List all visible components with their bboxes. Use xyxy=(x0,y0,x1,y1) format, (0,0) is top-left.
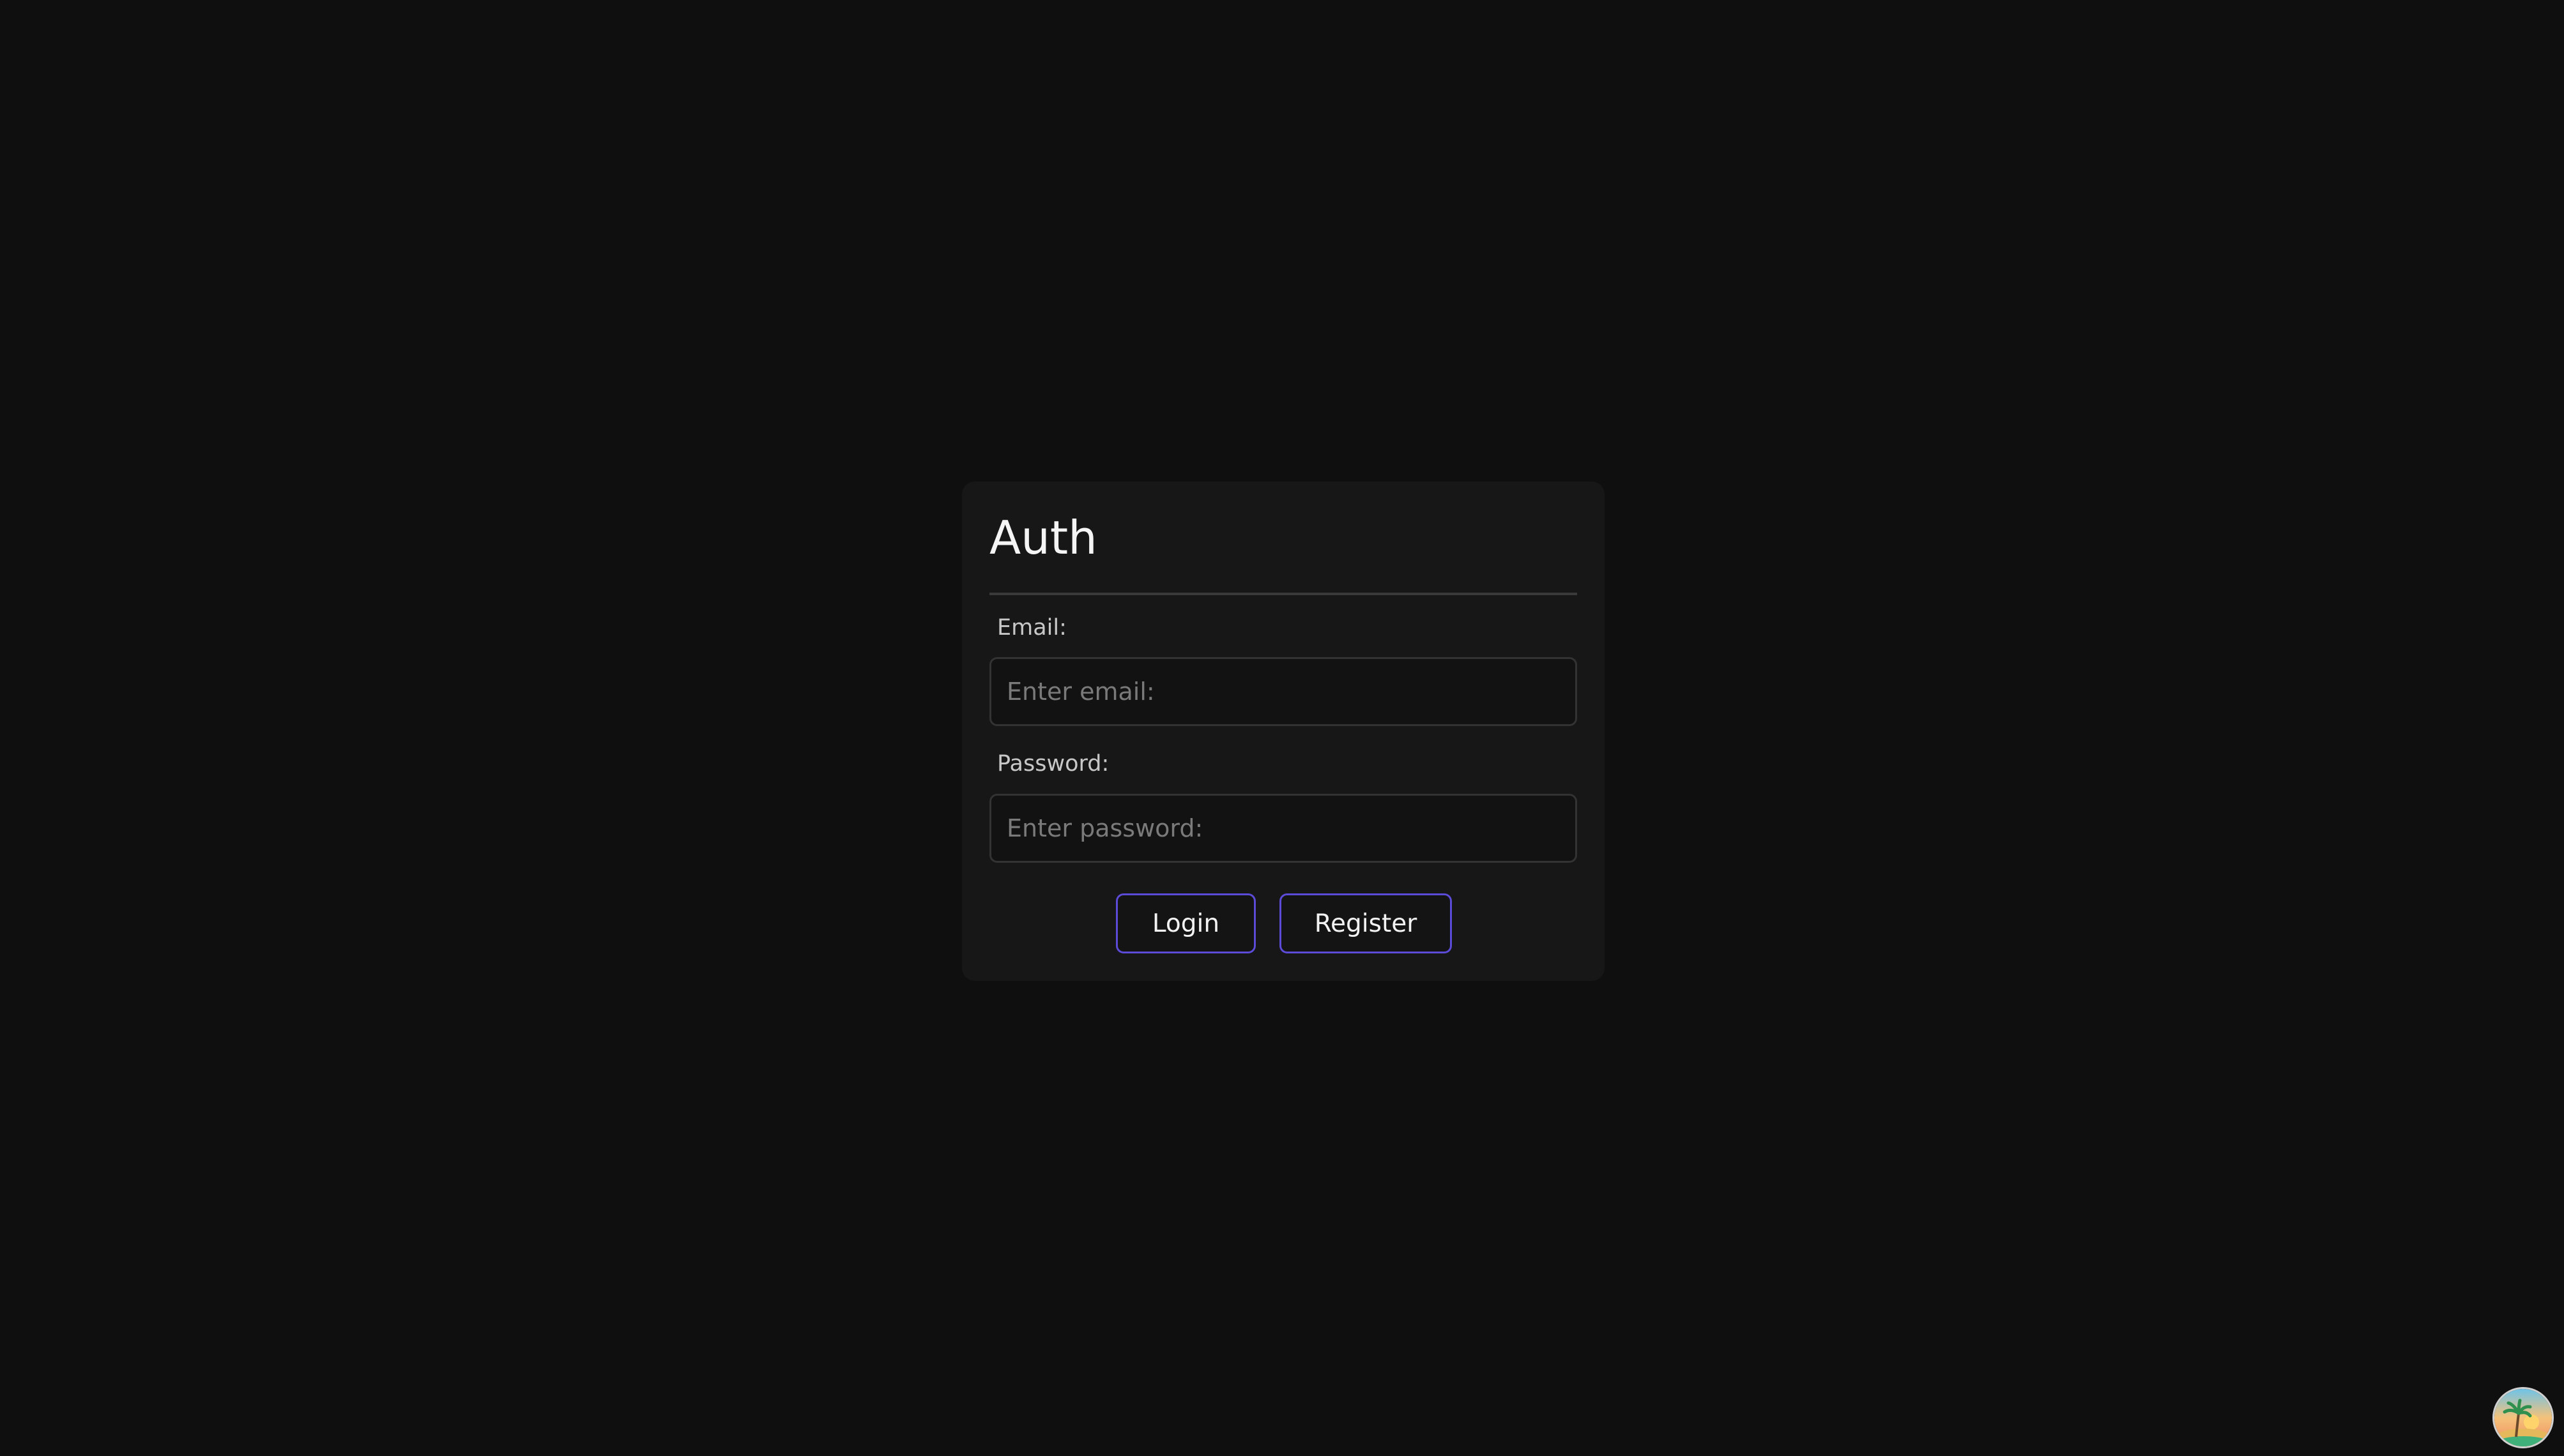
palm-beach-sunset-avatar-icon[interactable] xyxy=(2492,1387,2554,1448)
email-label: Email: xyxy=(997,615,1067,641)
register-button[interactable]: Register xyxy=(1279,893,1452,953)
password-label: Password: xyxy=(997,751,1110,777)
password-input[interactable] xyxy=(989,794,1577,863)
auth-card: Auth Email: Password: Login Register xyxy=(962,482,1605,981)
login-button[interactable]: Login xyxy=(1116,893,1256,953)
page-title: Auth xyxy=(989,511,1097,565)
avatar-illustration xyxy=(2494,1389,2552,1446)
title-divider xyxy=(989,593,1577,595)
email-input[interactable] xyxy=(989,657,1577,726)
